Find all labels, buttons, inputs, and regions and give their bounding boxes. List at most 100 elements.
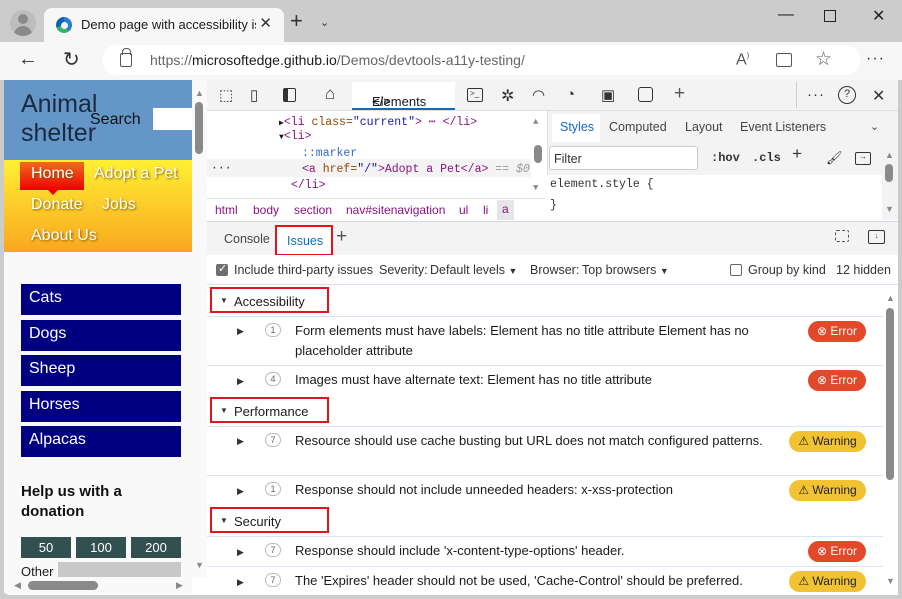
add-drawer-tab-icon[interactable]: + [336,226,347,248]
dom-scroll-down-icon[interactable]: ▼ [533,183,538,193]
more-options-icon[interactable]: ··· [866,50,885,68]
breadcrumb-section[interactable]: section [294,203,332,217]
dom-scroll-up-icon[interactable]: ▲ [533,117,538,127]
issue-row[interactable]: ▶ 7 The 'Expires' header should not be u… [207,566,883,595]
dom-node-a-selected[interactable]: <a href="/">Adopt a Pet</a> == $0 [302,163,530,176]
issue-row[interactable]: ▶ 4 Images must have alternate text: Ele… [207,365,883,395]
issue-row[interactable]: ▶ 7 Resource should use cache busting bu… [207,426,883,475]
breadcrumb-ul[interactable]: ul [459,203,468,217]
toggle-sidebar-icon[interactable]: → [855,152,871,165]
breadcrumb-li[interactable]: li [483,203,488,217]
breadcrumb-body[interactable]: body [253,203,279,217]
tab-computed[interactable]: Computed [609,120,667,134]
issue-row[interactable]: ▶ 7 Response should include 'x-content-t… [207,536,883,566]
expand-arrow-icon[interactable]: ▶ [237,486,244,497]
application-icon[interactable] [638,87,653,102]
sources-bug-icon[interactable]: ✲ [501,86,514,106]
console-icon[interactable]: >_ [467,88,483,102]
issue-row[interactable]: ▶ 1 Form elements must have labels: Elem… [207,316,883,365]
dom-node-marker[interactable]: ::marker [302,147,357,160]
issues-vertical-scrollbar[interactable]: ▲ ▼ [883,286,898,595]
dom-node-li-close[interactable]: </li> [291,179,326,192]
hov-button[interactable]: :hov [711,151,740,165]
expand-arrow-icon[interactable]: ▶ [237,577,244,588]
close-window-icon[interactable]: ✕ [872,6,885,26]
tab-layout[interactable]: Layout [685,120,723,134]
performance-gauge-icon[interactable]: ◔ [566,86,575,103]
browser-dropdown[interactable]: Top browsers ▼ [582,263,669,277]
device-emulation-icon[interactable]: ▯ [250,86,258,104]
scroll-up-arrow-icon[interactable]: ▲ [195,88,204,98]
dom-node-li-current[interactable]: ▶<li class="current"> ⋯ </li> [279,114,477,129]
scroll-down-arrow-icon[interactable]: ▼ [195,560,204,570]
dom-node-li[interactable]: ▼<li> [279,130,311,143]
dom-scroll-thumb[interactable] [534,145,542,163]
tab-issues[interactable]: Issues [275,225,333,256]
move-to-top-icon[interactable] [835,230,849,242]
animal-link-cats[interactable]: Cats [21,284,181,315]
memory-chip-icon[interactable]: ▣ [601,86,615,104]
refresh-icon[interactable]: ↻ [63,47,80,72]
scroll-right-arrow-icon[interactable]: ▶ [176,580,183,591]
other-amount-input[interactable] [58,562,181,577]
breadcrumb-a[interactable]: a [497,200,514,220]
donate-200-button[interactable]: 200 [131,537,181,558]
page-scroll-thumb[interactable] [195,102,203,154]
maximize-icon[interactable] [824,10,836,22]
inspect-element-icon[interactable]: ⬚ [219,86,233,104]
search-input[interactable] [153,108,192,130]
home-icon[interactable]: ⌂ [325,84,335,104]
animal-link-horses[interactable]: Horses [21,391,181,422]
animal-link-alpacas[interactable]: Alpacas [21,426,181,457]
close-tab-icon[interactable]: ✕ [259,14,272,32]
back-arrow-icon[interactable]: ← [18,48,38,71]
page-vertical-scrollbar[interactable]: ▲ ▼ [192,80,207,577]
more-tabs-chevron-icon[interactable]: ⌄ [870,120,879,133]
immersive-reader-icon[interactable] [776,53,792,67]
nav-jobs[interactable]: Jobs [102,196,136,214]
nav-donate[interactable]: Donate [31,196,83,214]
styles-scroll-up-icon[interactable]: ▲ [885,150,894,160]
new-style-rule-icon[interactable]: + [792,146,802,165]
tab-console[interactable]: Console [224,232,270,246]
page-hscroll-thumb[interactable] [28,581,98,590]
expand-arrow-icon[interactable]: ▶ [237,436,244,447]
issues-scroll-down-icon[interactable]: ▼ [886,576,895,586]
page-horizontal-scrollbar[interactable]: ◀ ▶ [4,577,192,593]
expand-arrow-icon[interactable]: ▶ [237,326,244,337]
close-devtools-icon[interactable]: ✕ [872,86,885,106]
paint-brush-icon[interactable]: 🖌 [826,151,843,166]
expand-arrow-icon[interactable]: ▶ [237,376,244,387]
close-drawer-icon[interactable]: ↓ [868,230,885,244]
issues-scroll-thumb[interactable] [886,308,894,480]
node-actions-ellipsis-icon[interactable]: ··· [211,162,232,175]
new-tab-icon[interactable]: + [290,10,303,32]
help-icon[interactable]: ? [838,86,856,104]
animal-link-sheep[interactable]: Sheep [21,355,181,386]
url-text[interactable]: https://microsoftedge.github.io/Demos/de… [150,52,525,68]
nav-about-us[interactable]: About Us [31,227,97,245]
breadcrumb-html[interactable]: html [215,203,238,217]
minimize-icon[interactable]: — [778,6,794,24]
styles-filter-input[interactable]: Filter [549,146,698,170]
dock-side-icon[interactable] [283,88,296,102]
issue-row[interactable]: ▶ 1 Response should not include unneeded… [207,475,883,505]
tab-actions-chevron-icon[interactable]: ⌄ [320,16,329,29]
category-performance[interactable]: Performance [210,397,329,423]
nav-adopt-a-pet[interactable]: Adopt a Pet [94,165,178,183]
more-tools-plus-icon[interactable]: + [674,83,685,105]
severity-dropdown[interactable]: Default levels ▼ [430,263,517,277]
styles-scroll-thumb[interactable] [885,164,893,182]
styles-scroll-down-icon[interactable]: ▼ [885,204,894,214]
devtools-more-icon[interactable]: ··· [807,86,825,103]
lock-icon[interactable] [120,48,132,67]
category-accessibility[interactable]: Accessibility [210,287,329,313]
favorites-star-icon[interactable]: ☆ [815,48,832,71]
profile-avatar-icon[interactable] [10,10,36,36]
tab-elements[interactable]: </> Elements [352,82,455,110]
category-security[interactable]: Security [210,507,329,533]
element-style-rule[interactable]: element.style { } [547,175,882,220]
breadcrumb-nav[interactable]: nav#sitenavigation [346,203,445,217]
scroll-left-arrow-icon[interactable]: ◀ [14,580,21,591]
read-aloud-icon[interactable]: A) [736,51,749,69]
